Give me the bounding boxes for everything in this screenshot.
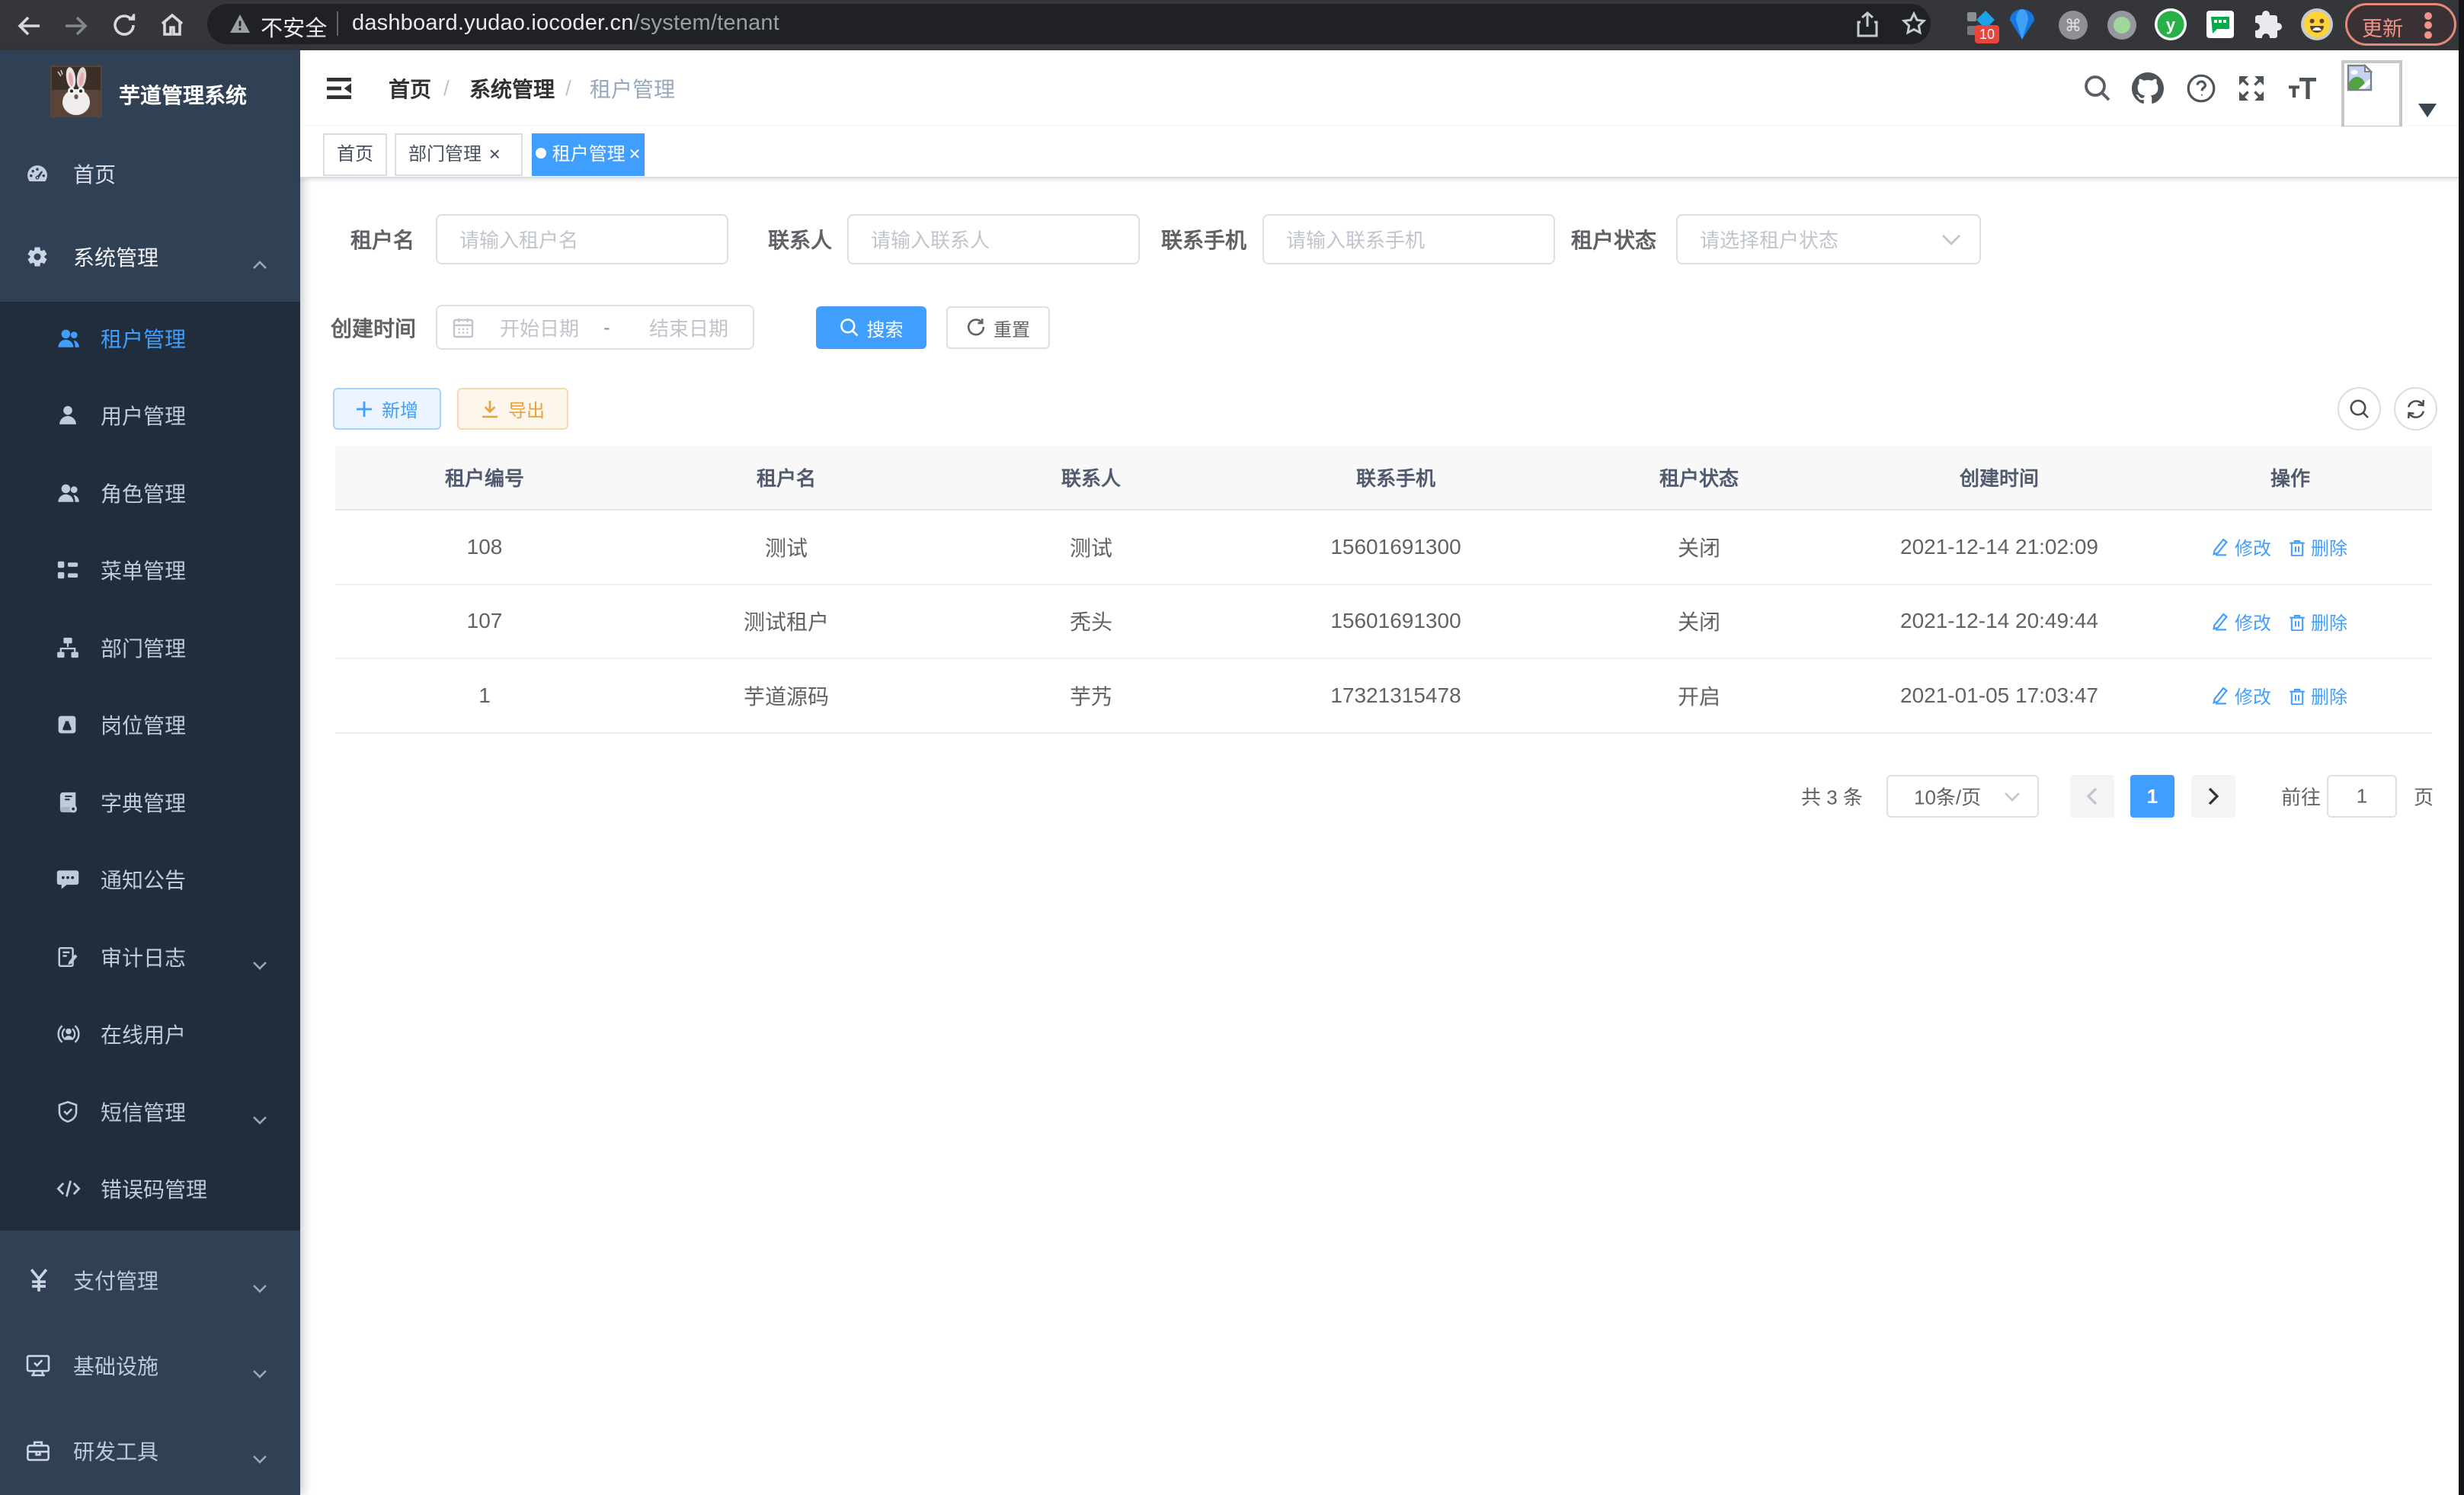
svg-text:y: y <box>2166 15 2176 34</box>
svg-text:⌘: ⌘ <box>2065 16 2082 35</box>
